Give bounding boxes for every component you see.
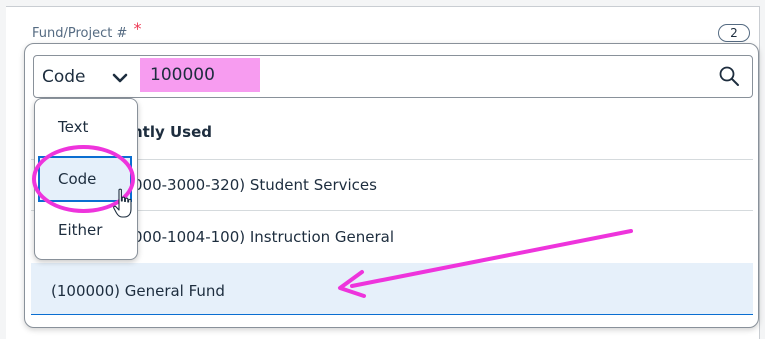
section-header-recently-used: ntly Used — [132, 123, 213, 141]
chevron-down-icon[interactable] — [110, 68, 130, 88]
dropdown-option-either[interactable]: Either — [58, 221, 102, 239]
search-icon[interactable] — [718, 65, 740, 87]
search-input[interactable] — [140, 58, 260, 92]
required-marker: * — [133, 19, 142, 38]
list-item[interactable]: 000-1004-100) Instruction General — [31, 211, 753, 263]
list-item-label: (100000) General Fund — [51, 282, 225, 300]
list-item-label: 000-1004-100) Instruction General — [133, 228, 395, 246]
dropdown-option-code[interactable]: Code — [58, 170, 96, 188]
hand-cursor-icon — [113, 188, 132, 218]
dropdown-option-text[interactable]: Text — [58, 118, 88, 136]
search-mode-value: Code — [42, 67, 86, 87]
list-item-label: 000-3000-320) Student Services — [133, 176, 377, 194]
list-item[interactable]: 000-3000-320) Student Services — [31, 160, 753, 210]
field-label: Fund/Project # * — [32, 19, 142, 41]
list-item-selected[interactable]: (100000) General Fund — [31, 263, 753, 315]
window-frame-left — [0, 6, 6, 339]
field-label-text: Fund/Project # — [32, 26, 128, 41]
window-frame-top — [0, 0, 765, 7]
count-badge: 2 — [718, 24, 750, 42]
window-frame-right — [759, 6, 765, 339]
